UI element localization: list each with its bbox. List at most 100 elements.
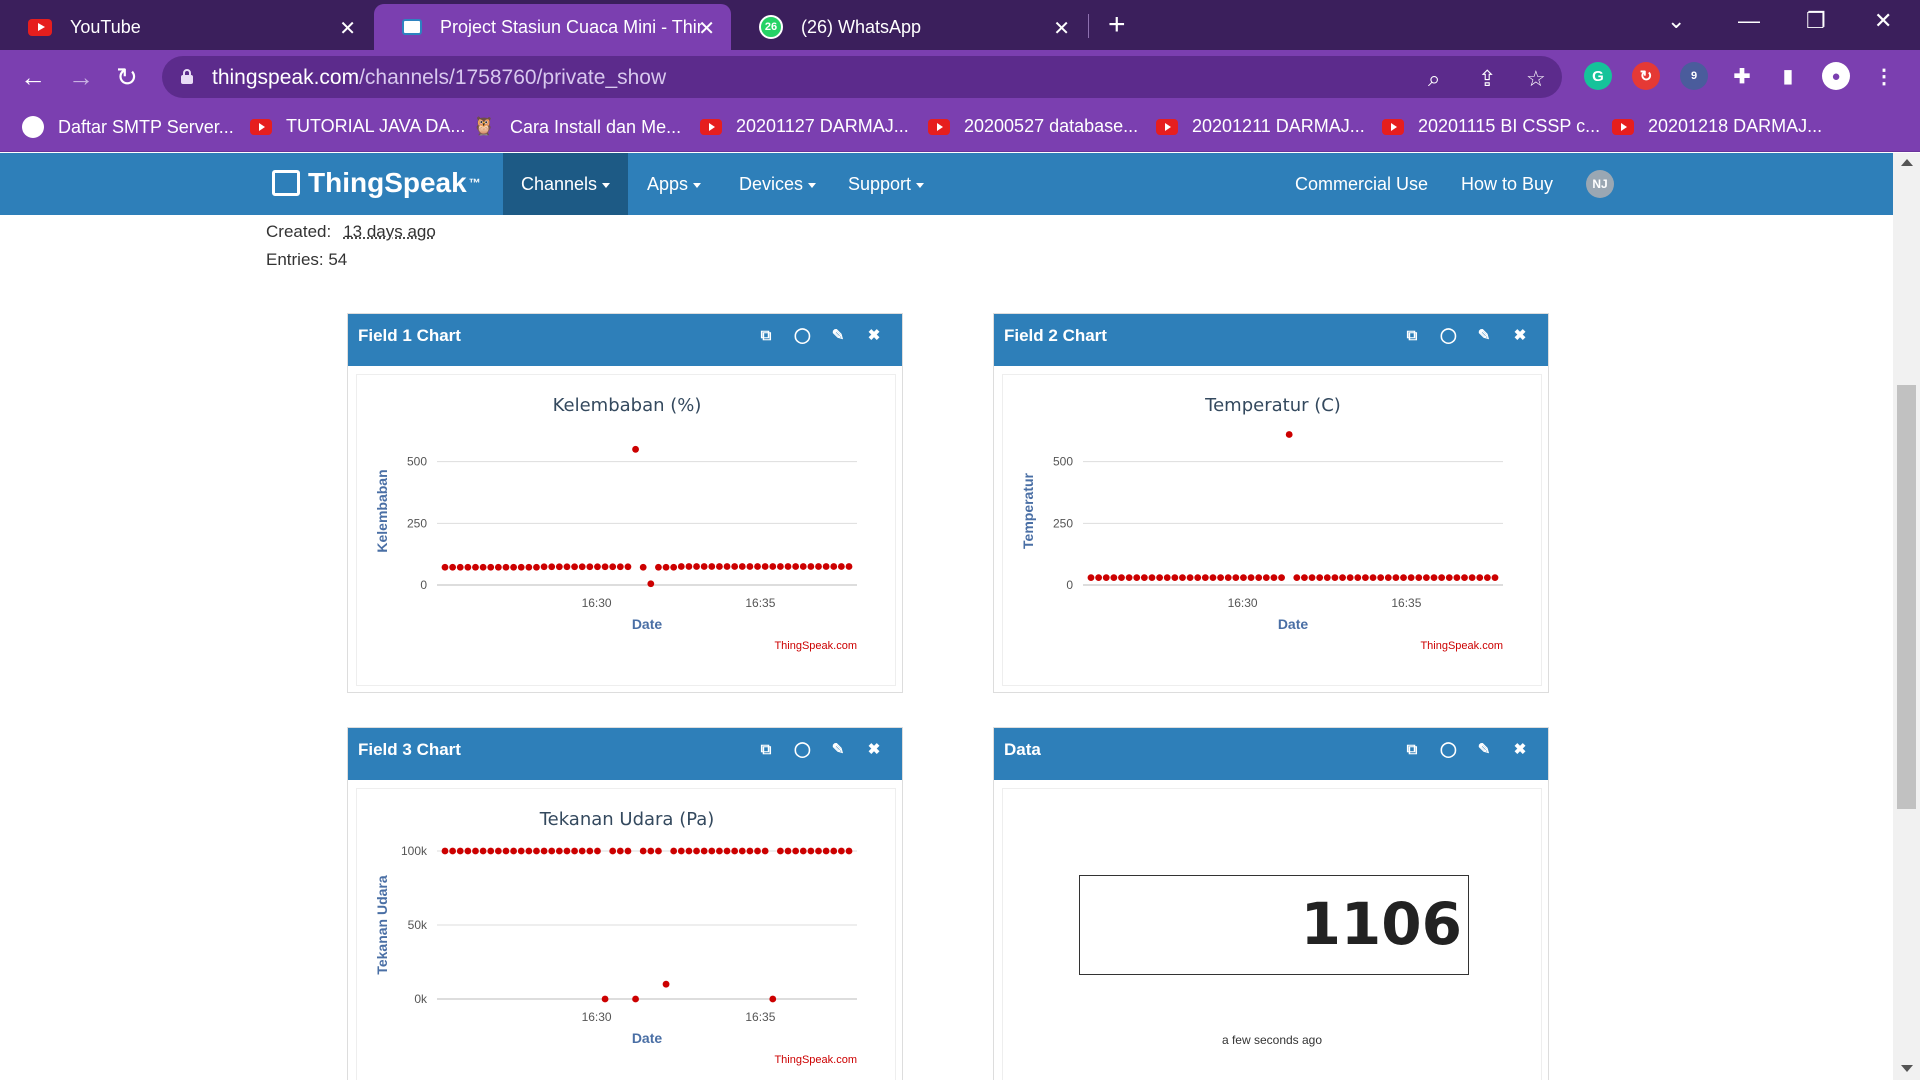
data-point <box>655 847 662 855</box>
close-icon[interactable]: ✖ <box>866 328 882 344</box>
bookmark-item[interactable]: TUTORIAL JAVA DA... <box>250 116 465 137</box>
close-icon[interactable]: ✖ <box>1512 742 1528 758</box>
data-point <box>533 563 540 571</box>
data-point <box>1179 574 1186 581</box>
profile-icon[interactable]: ● <box>1822 62 1850 90</box>
nav-support[interactable]: Support <box>830 153 942 215</box>
data-point <box>837 563 845 570</box>
address-bar[interactable]: thingspeak.com/channels/1758760/private_… <box>162 56 1562 98</box>
page-scrollbar[interactable] <box>1893 153 1920 1080</box>
bookmark-star-icon[interactable]: ☆ <box>1526 66 1546 92</box>
extension-sync-icon[interactable]: ↻ <box>1632 62 1660 90</box>
bookmark-item[interactable]: 20201115 BI CSSP c... <box>1382 116 1600 137</box>
new-tab-icon[interactable]: + <box>1108 8 1126 42</box>
bookmark-item[interactable]: 20200527 database... <box>928 116 1138 137</box>
comment-icon[interactable]: ◯ <box>1440 328 1457 344</box>
tab-whatsapp[interactable]: 26 (26) WhatsApp ✕ <box>731 4 1086 50</box>
scroll-up-icon[interactable] <box>1901 159 1913 166</box>
bookmark-item[interactable]: 🦉 Cara Install dan Me... <box>472 116 681 138</box>
data-point <box>1339 574 1346 581</box>
data-point <box>822 563 830 570</box>
y-tick-label: 0 <box>420 578 427 592</box>
scroll-down-icon[interactable] <box>1901 1065 1913 1072</box>
bookmark-item[interactable]: 20201218 DARMAJ... <box>1612 116 1822 137</box>
comment-icon[interactable]: ◯ <box>794 742 811 758</box>
data-point <box>533 847 540 855</box>
site-logo[interactable]: ThingSpeak ™ <box>272 167 481 199</box>
close-icon[interactable]: ✖ <box>866 742 882 758</box>
last-updated: a few seconds ago <box>1221 1033 1323 1047</box>
field2-chart-panel: Field 2 Chart ⧉ ◯ ✎ ✖ Temperatur (C) 0 250… <box>993 313 1549 693</box>
data-point <box>700 847 708 855</box>
pencil-icon[interactable]: ✎ <box>1476 328 1492 344</box>
external-link-icon[interactable]: ⧉ <box>1404 742 1420 758</box>
close-icon[interactable]: ✖ <box>1512 328 1528 344</box>
tab-search-icon[interactable]: ⌄ <box>1667 8 1685 34</box>
data-point <box>1148 574 1156 581</box>
bookmark-label: Cara Install dan Me... <box>510 116 682 137</box>
nav-channels[interactable]: Channels <box>503 153 629 215</box>
close-icon[interactable]: ✕ <box>1053 16 1070 41</box>
data-point <box>693 847 700 855</box>
data-point <box>525 847 533 855</box>
scroll-thumb[interactable] <box>1897 385 1916 809</box>
zoom-icon[interactable]: ⌕ <box>1428 66 1440 92</box>
share-icon[interactable]: ⇪ <box>1478 66 1496 92</box>
reload-icon[interactable]: ↻ <box>116 62 138 93</box>
data-point <box>1186 574 1194 581</box>
pencil-icon[interactable]: ✎ <box>830 328 846 344</box>
window-close-icon[interactable]: ✕ <box>1874 8 1892 34</box>
bookmark-item[interactable]: 20201211 DARMAJ... <box>1156 116 1365 137</box>
data-point <box>700 563 708 570</box>
avatar[interactable]: NJ <box>1586 170 1614 198</box>
bookmark-item[interactable]: Daftar SMTP Server... <box>22 116 234 138</box>
nav-apps[interactable]: Apps <box>629 153 719 215</box>
data-point <box>609 847 617 855</box>
pencil-icon[interactable]: ✎ <box>830 742 846 758</box>
side-panel-icon[interactable]: ▮ <box>1774 62 1802 90</box>
lock-icon <box>181 69 193 84</box>
external-link-icon[interactable]: ⧉ <box>758 742 774 758</box>
data-point <box>1285 431 1293 438</box>
caret-down-icon <box>916 182 925 188</box>
tab-title: YouTube <box>70 16 141 37</box>
data-point <box>1156 574 1164 581</box>
bookmarks-bar: Daftar SMTP Server... TUTORIAL JAVA DA..… <box>0 104 1920 152</box>
panel-header: Field 1 Chart ⧉ ◯ ✎ ✖ <box>348 314 902 366</box>
back-icon[interactable]: ← <box>20 62 46 93</box>
grammarly-icon[interactable]: G <box>1584 62 1612 90</box>
data-point <box>1247 574 1255 581</box>
extensions-puzzle-icon[interactable]: ✚ <box>1728 62 1756 90</box>
data-point <box>792 847 800 855</box>
data-point <box>449 847 457 855</box>
external-link-icon[interactable]: ⧉ <box>1404 328 1420 344</box>
tab-youtube[interactable]: YouTube ✕ <box>0 4 372 50</box>
data-point <box>723 563 731 570</box>
data-point <box>1125 574 1133 581</box>
nav-how-to-buy[interactable]: How to Buy <box>1443 153 1571 215</box>
restore-icon[interactable]: ❐ <box>1806 8 1826 34</box>
minimize-icon[interactable]: — <box>1738 8 1760 34</box>
caret-down-icon <box>808 182 817 188</box>
data-point <box>784 847 792 855</box>
nav-devices[interactable]: Devices <box>721 153 834 215</box>
bookmark-item[interactable]: 20201127 DARMAJ... <box>700 116 909 137</box>
data-point <box>510 563 518 571</box>
url-text: thingspeak.com/channels/1758760/private_… <box>212 66 666 90</box>
external-link-icon[interactable]: ⧉ <box>758 328 774 344</box>
close-icon[interactable]: ✕ <box>339 16 356 41</box>
close-icon[interactable]: ✕ <box>698 16 715 41</box>
comment-icon[interactable]: ◯ <box>1440 742 1457 758</box>
tab-thingspeak[interactable]: Project Stasiun Cuaca Mini - ThingSpeak … <box>374 4 731 50</box>
nav-commercial-use[interactable]: Commercial Use <box>1277 153 1446 215</box>
x-axis-label: Date <box>632 1030 663 1046</box>
comment-icon[interactable]: ◯ <box>794 328 811 344</box>
extension-badge-icon[interactable]: 9 <box>1680 62 1708 90</box>
y-tick-label: 500 <box>407 455 427 469</box>
data-point <box>601 563 609 571</box>
pencil-icon[interactable]: ✎ <box>1476 742 1492 758</box>
data-point <box>594 847 601 855</box>
menu-kebab-icon[interactable]: ⋮ <box>1870 62 1898 90</box>
forward-icon[interactable]: → <box>68 62 94 93</box>
data-point <box>845 563 853 570</box>
